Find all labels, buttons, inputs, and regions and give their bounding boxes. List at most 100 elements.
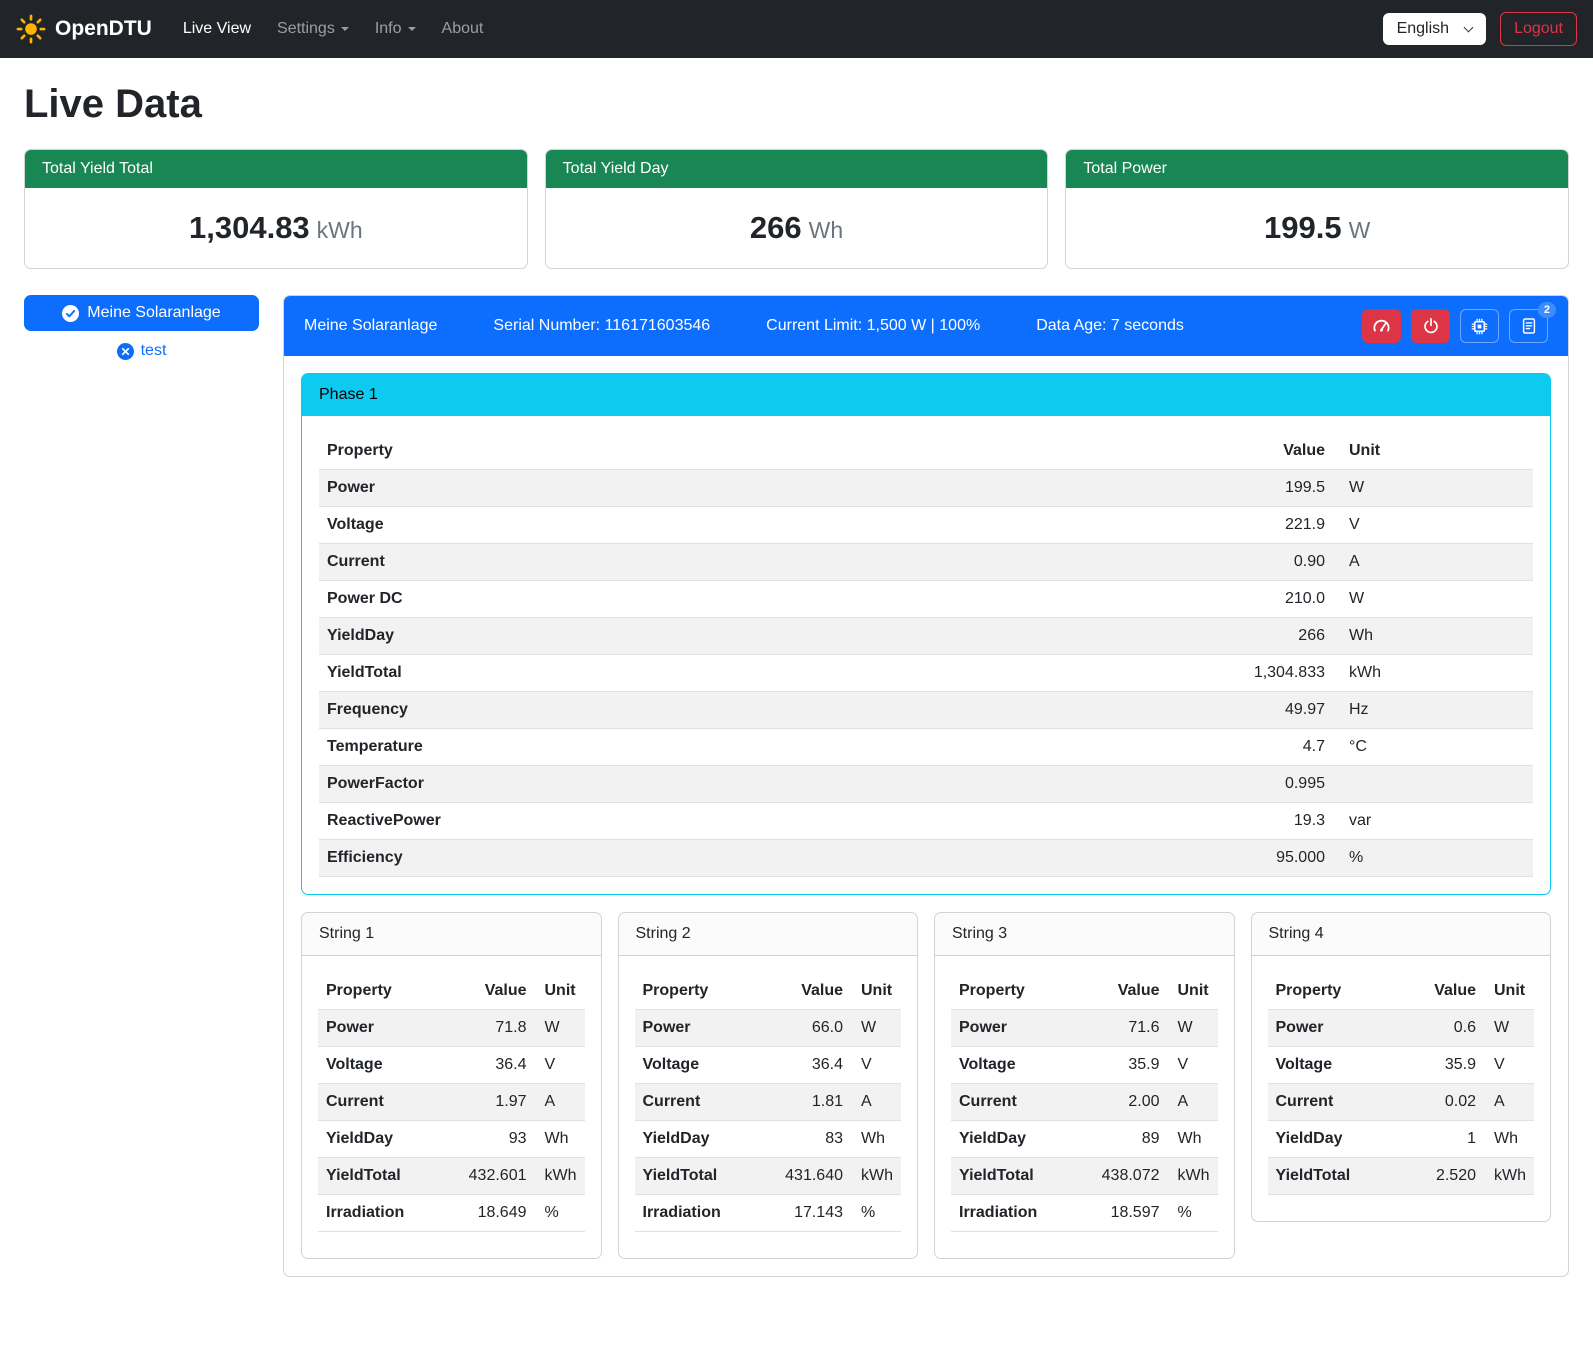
table-head: Property Value Unit [1268,973,1535,1010]
inverter-data-age: Data Age: 7 seconds [1036,317,1184,335]
column-unit: Unit [1484,973,1534,1010]
cpu-icon [1470,317,1489,336]
row-value: 199.5 [1203,470,1333,507]
row-unit: V [535,1047,585,1084]
table-head: Property Value Unit [635,973,902,1010]
row-property: Frequency [319,692,1203,729]
card-body: 199.5W [1066,188,1568,268]
phase-table: Property Value Unit Power199.5WVoltage22… [319,433,1533,877]
row-unit: kWh [1168,1158,1218,1195]
nav-item-info[interactable]: Info [362,12,429,46]
limit-settings-button[interactable] [1362,309,1401,343]
card-body: 266Wh [546,188,1048,268]
string-table: Property Value Unit Power0.6WVoltage35.9… [1268,973,1535,1195]
row-property: ReactivePower [319,803,1203,840]
inverter-select-other[interactable]: test [117,342,167,360]
table-row: Power66.0W [635,1010,902,1047]
row-value: 221.9 [1203,507,1333,544]
row-value: 0.90 [1203,544,1333,581]
device-info-button[interactable] [1460,309,1499,343]
row-property: Power [951,1010,1088,1047]
row-property: Current [318,1084,455,1121]
string-card-body: Property Value Unit Power71.6WVoltage35.… [935,956,1234,1258]
row-property: PowerFactor [319,766,1203,803]
column-property: Property [1268,973,1405,1010]
row-unit: Wh [535,1121,585,1158]
inverter-limit: Current Limit: 1,500 W | 100% [766,317,980,335]
string-table-body: Power0.6WVoltage35.9VCurrent0.02AYieldDa… [1268,1010,1535,1195]
nav-item-label: About [442,20,484,37]
row-property: YieldTotal [635,1158,772,1195]
row-unit: W [1333,470,1533,507]
table-header-row: Property Value Unit [635,973,902,1010]
nav-item-label: Settings [277,20,335,37]
table-row: YieldDay93Wh [318,1121,585,1158]
inverter-name: Meine Solaranlage [304,317,437,335]
nav-item-about[interactable]: About [429,12,497,46]
row-property: Power [635,1010,772,1047]
row-unit: V [1168,1047,1218,1084]
row-unit: °C [1333,729,1533,766]
row-unit: Wh [1484,1121,1534,1158]
row-unit: A [1333,544,1533,581]
summary-cards-row: Total Yield Total 1,304.83kWh Total Yiel… [24,149,1569,269]
brand[interactable]: OpenDTU [16,14,152,44]
card-header: Total Yield Total [25,150,527,188]
total-yield-total-card: Total Yield Total 1,304.83kWh [24,149,528,269]
row-value: 1 [1404,1121,1484,1158]
table-row: Voltage35.9V [951,1047,1218,1084]
row-unit: Hz [1333,692,1533,729]
language-select[interactable]: English [1383,13,1486,45]
row-unit: A [1168,1084,1218,1121]
navbar-right: English Logout [1383,12,1577,46]
string-table: Property Value Unit Power66.0WVoltage36.… [635,973,902,1232]
table-row: Power199.5W [319,470,1533,507]
inverter-card-body: Phase 1 Property Value Unit Power199.5WV… [284,356,1568,1276]
column-value: Value [771,973,851,1010]
row-property: Irradiation [635,1195,772,1232]
row-value: 210.0 [1203,581,1333,618]
chevron-down-icon [341,27,349,31]
power-icon [1422,317,1440,335]
power-button[interactable] [1411,309,1450,343]
row-property: YieldTotal [1268,1158,1405,1195]
card-header: Total Power [1066,150,1568,188]
column-value: Value [1088,973,1168,1010]
table-row: YieldDay1Wh [1268,1121,1535,1158]
row-value: 438.072 [1088,1158,1168,1195]
row-property: Power DC [319,581,1203,618]
inverter-selector: Meine Solaranlage test [24,295,259,360]
nav-item-live-view[interactable]: Live View [170,12,264,46]
string-card-body: Property Value Unit Power0.6WVoltage35.9… [1252,956,1551,1221]
table-head: Property Value Unit [318,973,585,1010]
table-header-row: Property Value Unit [951,973,1218,1010]
page-title: Live Data [24,82,1569,127]
table-head: Property Value Unit [319,433,1533,470]
nav-item-label: Live View [183,20,251,37]
column-value: Value [455,973,535,1010]
logout-button[interactable]: Logout [1500,12,1577,46]
table-row: Temperature4.7°C [319,729,1533,766]
row-unit: kWh [1333,655,1533,692]
inverter-select-active-label: Meine Solaranlage [87,304,220,322]
table-header-row: Property Value Unit [319,433,1533,470]
nav-item-settings[interactable]: Settings [264,12,362,46]
row-unit: W [535,1010,585,1047]
table-row: YieldTotal1,304.833kWh [319,655,1533,692]
row-property: Voltage [951,1047,1088,1084]
table-row: Irradiation18.649% [318,1195,585,1232]
inverter-select-active-button[interactable]: Meine Solaranlage [24,295,259,331]
row-value: 93 [455,1121,535,1158]
card-body: 1,304.83kWh [25,188,527,268]
row-value: 1,304.833 [1203,655,1333,692]
table-row: YieldTotal432.601kWh [318,1158,585,1195]
table-row: Power0.6W [1268,1010,1535,1047]
row-property: YieldDay [319,618,1203,655]
card-unit: W [1349,217,1371,243]
event-log-button[interactable]: 2 [1509,309,1548,343]
column-value: Value [1203,433,1333,470]
string-card-header: String 4 [1252,913,1551,956]
row-unit: W [851,1010,901,1047]
phase-card: Phase 1 Property Value Unit Power199.5WV… [301,373,1551,895]
row-property: Voltage [1268,1047,1405,1084]
